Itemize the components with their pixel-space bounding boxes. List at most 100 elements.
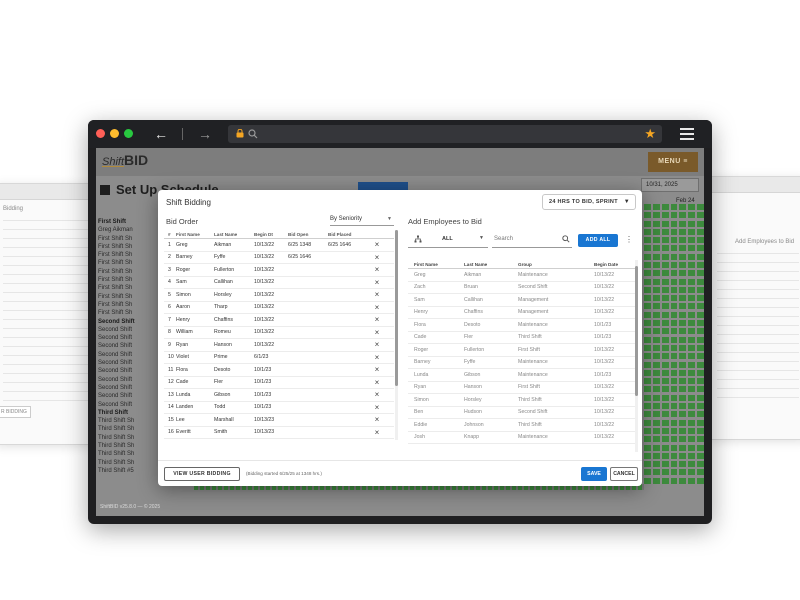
- shift-list-item[interactable]: Third Shift Sh: [98, 434, 158, 442]
- remove-icon[interactable]: ×: [370, 415, 384, 424]
- shift-list-item[interactable]: First Shift Sh: [98, 243, 158, 251]
- back-arrow-icon[interactable]: ←: [152, 125, 170, 143]
- more-options-icon[interactable]: ⋮: [625, 234, 633, 247]
- shift-list-item[interactable]: Greg Aikman: [98, 226, 158, 234]
- shift-list-item[interactable]: Second Shift: [98, 376, 158, 384]
- table-row[interactable]: 12 Cade Fler 10/1/23 ×: [164, 377, 394, 389]
- table-row[interactable]: Sam Callihan Management 10/13/22: [408, 294, 636, 307]
- close-window-button[interactable]: [96, 129, 105, 138]
- shift-group-label[interactable]: Third Shift: [98, 409, 158, 417]
- remove-icon[interactable]: ×: [370, 428, 384, 437]
- remove-icon[interactable]: ×: [370, 353, 384, 362]
- table-row[interactable]: 3 Roger Fullerton 10/13/22 ×: [164, 264, 394, 277]
- table-row[interactable]: Eddie Johnson Third Shift 10/13/22: [408, 419, 636, 432]
- table-row[interactable]: 8 William Romeu 10/13/22 ×: [164, 327, 394, 339]
- shift-list-item[interactable]: First Shift Sh: [98, 276, 158, 284]
- shift-list-item[interactable]: Third Shift Sh: [98, 417, 158, 425]
- table-row[interactable]: 7 Henry Chaffins 10/13/22 ×: [164, 314, 394, 327]
- maximize-window-button[interactable]: [124, 129, 133, 138]
- shift-list-item[interactable]: First Shift Sh: [98, 309, 158, 317]
- table-row[interactable]: 11 Flora Desoto 10/1/23 ×: [164, 364, 394, 377]
- forward-arrow-icon[interactable]: →: [196, 125, 214, 143]
- menu-button[interactable]: MENU ≡: [648, 152, 698, 172]
- table-row[interactable]: 5 Simon Horsley 10/13/22 ×: [164, 289, 394, 302]
- table-row[interactable]: Barney Fyffe Maintenance 10/13/22: [408, 357, 636, 369]
- table-row[interactable]: Ryan Hanson First Shift 10/13/22: [408, 382, 636, 394]
- table-row[interactable]: Ben Hudson Second Shift 10/13/22: [408, 407, 636, 419]
- table-row[interactable]: Flora Desoto Maintenance 10/1/23: [408, 319, 636, 332]
- shift-list-item[interactable]: Second Shift: [98, 359, 158, 367]
- cancel-button[interactable]: CANCEL: [610, 467, 638, 481]
- shift-list-item[interactable]: Third Shift Sh: [98, 425, 158, 433]
- table-row[interactable]: 10 Violet Prime 6/1/23 ×: [164, 352, 394, 364]
- bid-order-scrollbar[interactable]: [395, 230, 398, 440]
- shift-list-item[interactable]: First Shift Sh: [98, 235, 158, 243]
- group-filter-select[interactable]: ALL ▼: [408, 232, 488, 248]
- shift-list-item[interactable]: First Shift Sh: [98, 251, 158, 259]
- address-bar[interactable]: ★: [228, 125, 662, 143]
- remove-icon[interactable]: ×: [370, 240, 384, 249]
- star-icon[interactable]: ★: [644, 126, 656, 142]
- shift-list-item[interactable]: Second Shift: [98, 401, 158, 409]
- shift-list-item[interactable]: Second Shift: [98, 384, 158, 392]
- remove-icon[interactable]: ×: [370, 378, 384, 387]
- table-row[interactable]: Roger Fullerton First Shift 10/13/22: [408, 344, 636, 357]
- hamburger-menu-icon[interactable]: [680, 128, 694, 140]
- shift-group-label[interactable]: First Shift: [98, 218, 158, 226]
- save-button[interactable]: SAVE: [581, 467, 607, 481]
- table-row[interactable]: 15 Lee Marshall 10/13/23 ×: [164, 414, 394, 427]
- table-row[interactable]: 4 Sam Callihan 10/13/22 ×: [164, 277, 394, 289]
- app-logo[interactable]: ShiftBID: [102, 152, 148, 168]
- table-row[interactable]: 6 Aaron Tharp 10/13/22 ×: [164, 302, 394, 314]
- table-row[interactable]: Henry Chaffins Management 10/13/22: [408, 307, 636, 319]
- remove-icon[interactable]: ×: [370, 328, 384, 337]
- shift-group-label[interactable]: Second Shift: [98, 318, 158, 326]
- table-row[interactable]: Greg Aikman Maintenance 10/13/22: [408, 269, 636, 282]
- remove-icon[interactable]: ×: [370, 290, 384, 299]
- minimize-window-button[interactable]: [110, 129, 119, 138]
- search-input[interactable]: Search: [492, 232, 572, 248]
- table-row[interactable]: 16 Everitt Smith 10/13/23 ×: [164, 427, 394, 439]
- shift-list-item[interactable]: Third Shift #5: [98, 467, 158, 475]
- remove-icon[interactable]: ×: [370, 303, 384, 312]
- table-row[interactable]: Lunda Gibson Maintenance 10/1/23: [408, 369, 636, 382]
- table-row[interactable]: 1 Greg Aikman 10/13/22 6/25 1348 6/25 1646 ×: [164, 239, 394, 252]
- shift-list-item[interactable]: First Shift Sh: [98, 268, 158, 276]
- table-row[interactable]: Josh Knapp Maintenance 10/13/22: [408, 432, 636, 444]
- bid-window-select[interactable]: 24 HRS TO BID, SPRINT ▼: [542, 194, 636, 210]
- remove-icon[interactable]: ×: [370, 315, 384, 324]
- sort-order-select[interactable]: By Seniority ▼: [330, 216, 394, 226]
- shift-list-item[interactable]: First Shift Sh: [98, 284, 158, 292]
- employee-scrollbar[interactable]: [635, 260, 638, 452]
- table-row[interactable]: 2 Barney Fyffe 10/13/22 6/25 1646 ×: [164, 252, 394, 264]
- table-row[interactable]: 13 Lunda Gibson 10/1/23 ×: [164, 389, 394, 402]
- remove-icon[interactable]: ×: [370, 365, 384, 374]
- date-field[interactable]: 10/31, 2025: [641, 178, 699, 192]
- shift-list-item[interactable]: Second Shift: [98, 392, 158, 400]
- add-all-button[interactable]: ADD ALL: [578, 234, 618, 247]
- shift-list-item[interactable]: Second Shift: [98, 342, 158, 350]
- table-row[interactable]: 14 Landen Todd 10/1/23 ×: [164, 402, 394, 414]
- shift-list-item[interactable]: Third Shift Sh: [98, 450, 158, 458]
- shift-list-item[interactable]: Second Shift: [98, 334, 158, 342]
- remove-icon[interactable]: ×: [370, 265, 384, 274]
- remove-icon[interactable]: ×: [370, 340, 384, 349]
- remove-icon[interactable]: ×: [370, 278, 384, 287]
- remove-icon[interactable]: ×: [370, 403, 384, 412]
- toolbar-button[interactable]: [358, 182, 408, 190]
- shift-list-item[interactable]: First Shift Sh: [98, 301, 158, 309]
- remove-icon[interactable]: ×: [370, 390, 384, 399]
- table-row[interactable]: 9 Ryan Hanson 10/13/22 ×: [164, 339, 394, 352]
- shift-list-item[interactable]: Third Shift Sh: [98, 459, 158, 467]
- shift-list-item[interactable]: First Shift Sh: [98, 293, 158, 301]
- remove-icon[interactable]: ×: [370, 253, 384, 262]
- shift-list-item[interactable]: Second Shift: [98, 367, 158, 375]
- table-row[interactable]: Zach Bruan Second Shift 10/13/22: [408, 282, 636, 294]
- view-user-bidding-button[interactable]: VIEW USER BIDDING: [164, 467, 240, 481]
- shift-list-item[interactable]: Second Shift: [98, 351, 158, 359]
- table-row[interactable]: Simon Horsley Third Shift 10/13/22: [408, 394, 636, 407]
- table-row[interactable]: Cade Fler Third Shift 10/1/23: [408, 332, 636, 344]
- shift-list-item[interactable]: First Shift Sh: [98, 259, 158, 267]
- shift-list-item[interactable]: Third Shift Sh: [98, 442, 158, 450]
- shift-list-item[interactable]: Second Shift: [98, 326, 158, 334]
